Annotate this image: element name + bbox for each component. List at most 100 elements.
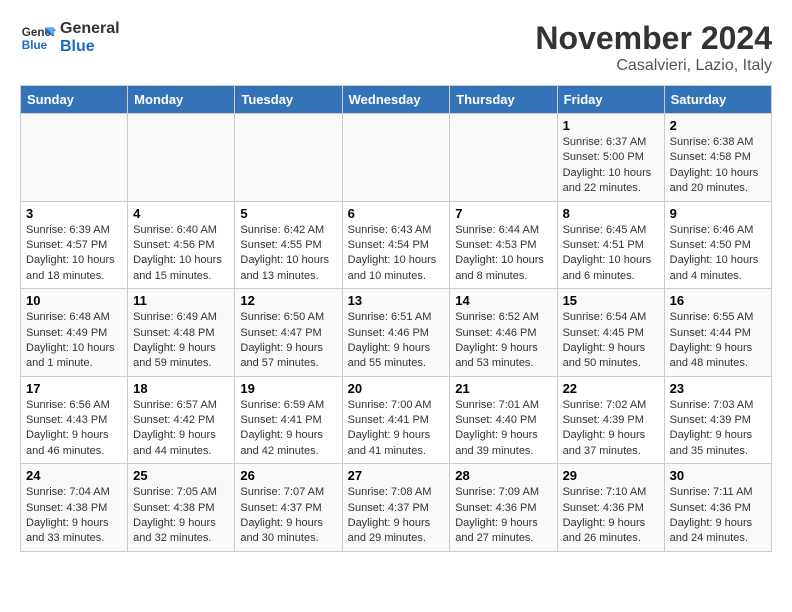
day-number: 1 <box>563 118 659 133</box>
day-info: Sunrise: 7:10 AM Sunset: 4:36 PM Dayligh… <box>563 485 659 547</box>
calendar-cell: 16 Sunrise: 6:55 AM Sunset: 4:44 PM Dayli… <box>664 289 771 377</box>
day-number: 17 <box>26 381 122 396</box>
day-number: 6 <box>348 206 445 221</box>
day-info: Sunrise: 6:46 AM Sunset: 4:50 PM Dayligh… <box>670 223 766 285</box>
weekday-header-monday: Monday <box>128 86 235 114</box>
calendar-cell: 4 Sunrise: 6:40 AM Sunset: 4:56 PM Daylig… <box>128 201 235 289</box>
day-info: Sunrise: 7:07 AM Sunset: 4:37 PM Dayligh… <box>240 485 336 547</box>
weekday-header-thursday: Thursday <box>450 86 557 114</box>
day-number: 14 <box>455 293 551 308</box>
day-number: 9 <box>670 206 766 221</box>
day-info: Sunrise: 7:04 AM Sunset: 4:38 PM Dayligh… <box>26 485 122 547</box>
calendar-week-4: 17 Sunrise: 6:56 AM Sunset: 4:43 PM Dayli… <box>21 376 772 464</box>
day-number: 4 <box>133 206 229 221</box>
day-number: 27 <box>348 468 445 483</box>
calendar-cell: 9 Sunrise: 6:46 AM Sunset: 4:50 PM Daylig… <box>664 201 771 289</box>
day-info: Sunrise: 6:39 AM Sunset: 4:57 PM Dayligh… <box>26 223 122 285</box>
page-header: General Blue General Blue November 2024 … <box>20 20 772 75</box>
calendar-cell: 1 Sunrise: 6:37 AM Sunset: 5:00 PM Daylig… <box>557 114 664 202</box>
day-info: Sunrise: 6:44 AM Sunset: 4:53 PM Dayligh… <box>455 223 551 285</box>
svg-text:Blue: Blue <box>22 39 48 52</box>
calendar-cell: 25 Sunrise: 7:05 AM Sunset: 4:38 PM Dayli… <box>128 464 235 552</box>
day-info: Sunrise: 6:57 AM Sunset: 4:42 PM Dayligh… <box>133 398 229 460</box>
day-info: Sunrise: 7:09 AM Sunset: 4:36 PM Dayligh… <box>455 485 551 547</box>
calendar-cell <box>21 114 128 202</box>
calendar-cell: 12 Sunrise: 6:50 AM Sunset: 4:47 PM Dayli… <box>235 289 342 377</box>
day-info: Sunrise: 6:51 AM Sunset: 4:46 PM Dayligh… <box>348 310 445 372</box>
day-number: 24 <box>26 468 122 483</box>
day-info: Sunrise: 6:50 AM Sunset: 4:47 PM Dayligh… <box>240 310 336 372</box>
calendar-cell: 29Sunrise: 7:10 AM Sunset: 4:36 PM Dayli… <box>557 464 664 552</box>
day-info: Sunrise: 6:37 AM Sunset: 5:00 PM Dayligh… <box>563 135 659 197</box>
day-info: Sunrise: 7:05 AM Sunset: 4:38 PM Dayligh… <box>133 485 229 547</box>
day-info: Sunrise: 6:43 AM Sunset: 4:54 PM Dayligh… <box>348 223 445 285</box>
day-number: 7 <box>455 206 551 221</box>
calendar-week-3: 10Sunrise: 6:48 AM Sunset: 4:49 PM Dayli… <box>21 289 772 377</box>
calendar-cell: 23Sunrise: 7:03 AM Sunset: 4:39 PM Dayli… <box>664 376 771 464</box>
day-info: Sunrise: 7:03 AM Sunset: 4:39 PM Dayligh… <box>670 398 766 460</box>
day-info: Sunrise: 6:52 AM Sunset: 4:46 PM Dayligh… <box>455 310 551 372</box>
logo: General Blue General Blue <box>20 20 120 56</box>
day-number: 21 <box>455 381 551 396</box>
calendar-cell <box>450 114 557 202</box>
calendar-cell: 6 Sunrise: 6:43 AM Sunset: 4:54 PM Daylig… <box>342 201 450 289</box>
calendar-cell: 15 Sunrise: 6:54 AM Sunset: 4:45 PM Dayli… <box>557 289 664 377</box>
calendar-cell: 28Sunrise: 7:09 AM Sunset: 4:36 PM Dayli… <box>450 464 557 552</box>
calendar-cell: 26 Sunrise: 7:07 AM Sunset: 4:37 PM Dayli… <box>235 464 342 552</box>
calendar-cell <box>235 114 342 202</box>
day-info: Sunrise: 6:48 AM Sunset: 4:49 PM Dayligh… <box>26 310 122 372</box>
weekday-header-friday: Friday <box>557 86 664 114</box>
calendar-cell: 11Sunrise: 6:49 AM Sunset: 4:48 PM Dayli… <box>128 289 235 377</box>
month-title: November 2024 <box>535 20 772 57</box>
calendar-week-5: 24 Sunrise: 7:04 AM Sunset: 4:38 PM Dayli… <box>21 464 772 552</box>
day-info: Sunrise: 6:42 AM Sunset: 4:55 PM Dayligh… <box>240 223 336 285</box>
day-number: 12 <box>240 293 336 308</box>
calendar-cell: 2Sunrise: 6:38 AM Sunset: 4:58 PM Daylig… <box>664 114 771 202</box>
calendar-week-1: 1 Sunrise: 6:37 AM Sunset: 5:00 PM Daylig… <box>21 114 772 202</box>
calendar-cell: 13 Sunrise: 6:51 AM Sunset: 4:46 PM Dayli… <box>342 289 450 377</box>
calendar-cell: 30Sunrise: 7:11 AM Sunset: 4:36 PM Dayli… <box>664 464 771 552</box>
location-subtitle: Casalvieri, Lazio, Italy <box>535 57 772 75</box>
calendar-cell: 20Sunrise: 7:00 AM Sunset: 4:41 PM Dayli… <box>342 376 450 464</box>
day-number: 18 <box>133 381 229 396</box>
day-info: Sunrise: 7:02 AM Sunset: 4:39 PM Dayligh… <box>563 398 659 460</box>
day-number: 15 <box>563 293 659 308</box>
day-number: 3 <box>26 206 122 221</box>
calendar-cell <box>128 114 235 202</box>
calendar-cell: 24 Sunrise: 7:04 AM Sunset: 4:38 PM Dayli… <box>21 464 128 552</box>
day-number: 26 <box>240 468 336 483</box>
day-info: Sunrise: 6:40 AM Sunset: 4:56 PM Dayligh… <box>133 223 229 285</box>
day-info: Sunrise: 7:08 AM Sunset: 4:37 PM Dayligh… <box>348 485 445 547</box>
day-info: Sunrise: 6:56 AM Sunset: 4:43 PM Dayligh… <box>26 398 122 460</box>
calendar-cell: 21Sunrise: 7:01 AM Sunset: 4:40 PM Dayli… <box>450 376 557 464</box>
title-block: November 2024 Casalvieri, Lazio, Italy <box>535 20 772 75</box>
day-number: 25 <box>133 468 229 483</box>
logo-blue: Blue <box>60 38 120 56</box>
day-info: Sunrise: 6:54 AM Sunset: 4:45 PM Dayligh… <box>563 310 659 372</box>
calendar-cell: 17 Sunrise: 6:56 AM Sunset: 4:43 PM Dayli… <box>21 376 128 464</box>
logo-general: General <box>60 20 120 38</box>
calendar-cell: 3 Sunrise: 6:39 AM Sunset: 4:57 PM Daylig… <box>21 201 128 289</box>
calendar-table: SundayMondayTuesdayWednesdayThursdayFrid… <box>20 85 772 552</box>
day-info: Sunrise: 6:49 AM Sunset: 4:48 PM Dayligh… <box>133 310 229 372</box>
calendar-cell: 14 Sunrise: 6:52 AM Sunset: 4:46 PM Dayli… <box>450 289 557 377</box>
calendar-cell: 18 Sunrise: 6:57 AM Sunset: 4:42 PM Dayli… <box>128 376 235 464</box>
day-number: 30 <box>670 468 766 483</box>
calendar-cell: 10Sunrise: 6:48 AM Sunset: 4:49 PM Dayli… <box>21 289 128 377</box>
calendar-cell: 5Sunrise: 6:42 AM Sunset: 4:55 PM Daylig… <box>235 201 342 289</box>
day-number: 13 <box>348 293 445 308</box>
weekday-header-row: SundayMondayTuesdayWednesdayThursdayFrid… <box>21 86 772 114</box>
day-info: Sunrise: 6:55 AM Sunset: 4:44 PM Dayligh… <box>670 310 766 372</box>
day-number: 22 <box>563 381 659 396</box>
calendar-week-2: 3 Sunrise: 6:39 AM Sunset: 4:57 PM Daylig… <box>21 201 772 289</box>
calendar-body: 1 Sunrise: 6:37 AM Sunset: 5:00 PM Daylig… <box>21 114 772 552</box>
day-info: Sunrise: 6:59 AM Sunset: 4:41 PM Dayligh… <box>240 398 336 460</box>
calendar-cell: 22 Sunrise: 7:02 AM Sunset: 4:39 PM Dayli… <box>557 376 664 464</box>
day-number: 16 <box>670 293 766 308</box>
day-number: 2 <box>670 118 766 133</box>
calendar-cell: 19Sunrise: 6:59 AM Sunset: 4:41 PM Dayli… <box>235 376 342 464</box>
calendar-cell: 7 Sunrise: 6:44 AM Sunset: 4:53 PM Daylig… <box>450 201 557 289</box>
weekday-header-saturday: Saturday <box>664 86 771 114</box>
weekday-header-tuesday: Tuesday <box>235 86 342 114</box>
calendar-cell: 27 Sunrise: 7:08 AM Sunset: 4:37 PM Dayli… <box>342 464 450 552</box>
